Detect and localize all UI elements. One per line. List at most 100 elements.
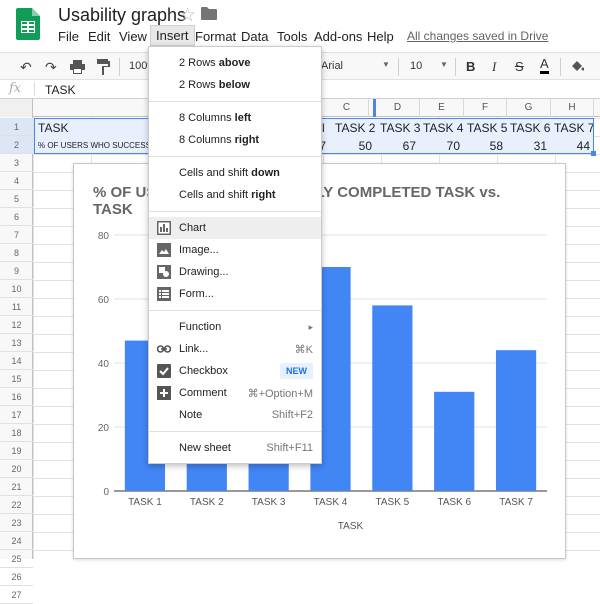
column-header-c[interactable]: C	[325, 99, 369, 117]
menu-data[interactable]: Data	[241, 29, 268, 44]
print-icon[interactable]	[70, 60, 85, 74]
column-header-h[interactable]: H	[551, 99, 594, 117]
insert-menu: 2 Rows above 2 Rows below 8 Columns left…	[148, 46, 322, 464]
insert-link[interactable]: Link... ⌘K	[149, 338, 321, 360]
chart-bar	[495, 350, 537, 491]
row-header-24[interactable]: 24	[0, 532, 33, 550]
text-color-button[interactable]: A	[540, 57, 549, 74]
select-all-corner[interactable]	[0, 99, 33, 117]
row-header-4[interactable]: 4	[0, 172, 33, 190]
row-header-23[interactable]: 23	[0, 514, 33, 532]
menu-file[interactable]: File	[58, 29, 79, 44]
insert-columns-right[interactable]: 8 Columns right	[149, 129, 321, 151]
x-tick-label: TASK 6	[437, 497, 471, 508]
row-header-27[interactable]: 27	[0, 586, 33, 604]
row-headers: 1 2 3 4 5 6 7 8 9 10 11 12 13 14 15 16 17 18 19 20 21 22 23 24 2…	[0, 117, 33, 604]
insert-form[interactable]: Form...	[149, 283, 321, 305]
row-header-13[interactable]: 13	[0, 334, 33, 352]
insert-cells-shift-down[interactable]: Cells and shift down	[149, 162, 321, 184]
font-size-select[interactable]: 10	[410, 60, 422, 72]
row-header-7[interactable]: 7	[0, 226, 33, 244]
document-title[interactable]: Usability graphs	[58, 5, 186, 26]
menu-view[interactable]: View	[119, 29, 147, 44]
row-header-26[interactable]: 26	[0, 568, 33, 586]
x-tick-label: TASK 5	[375, 497, 409, 508]
insert-function[interactable]: Function ▸	[149, 316, 321, 338]
row-header-3[interactable]: 3	[0, 154, 33, 172]
row-header-12[interactable]: 12	[0, 316, 33, 334]
insert-rows-below[interactable]: 2 Rows below	[149, 74, 321, 96]
app-header: Usability graphs ☆ File Edit View Insert…	[0, 0, 600, 52]
save-status-link[interactable]: All changes saved in Drive	[407, 29, 548, 43]
y-tick-label: 60	[98, 295, 110, 306]
insert-note[interactable]: Note Shift+F2	[149, 404, 321, 426]
column-header-g[interactable]: G	[507, 99, 551, 117]
insert-columns-left[interactable]: 8 Columns left	[149, 107, 321, 129]
row-header-20[interactable]: 20	[0, 460, 33, 478]
row-header-18[interactable]: 18	[0, 424, 33, 442]
menu-addons[interactable]: Add-ons	[314, 29, 362, 44]
font-dropdown-icon[interactable]: ▼	[382, 60, 390, 69]
menu-tools[interactable]: Tools	[277, 29, 307, 44]
insert-chart[interactable]: Chart	[149, 217, 321, 239]
chart-bar	[434, 391, 475, 491]
comment-icon	[157, 386, 171, 400]
strikethrough-button[interactable]: S	[515, 59, 524, 74]
row-header-6[interactable]: 6	[0, 208, 33, 226]
menu-help[interactable]: Help	[367, 29, 394, 44]
row-header-19[interactable]: 19	[0, 442, 33, 460]
insert-comment[interactable]: Comment ⌘+Option+M	[149, 382, 321, 404]
row-header-21[interactable]: 21	[0, 478, 33, 496]
y-tick-label: 0	[103, 487, 109, 498]
row-header-22[interactable]: 22	[0, 496, 33, 514]
font-select[interactable]: Arial	[321, 60, 343, 72]
row-header-10[interactable]: 10	[0, 280, 33, 298]
insert-new-sheet[interactable]: New sheet Shift+F11	[149, 437, 321, 459]
menu-insert[interactable]: Insert	[150, 25, 195, 46]
x-tick-label: TASK 3	[252, 497, 286, 508]
row-header-16[interactable]: 16	[0, 388, 33, 406]
redo-icon[interactable]: ↷	[45, 59, 57, 76]
star-icon[interactable]: ☆	[179, 4, 196, 27]
row-header-11[interactable]: 11	[0, 298, 33, 316]
x-tick-label: TASK 1	[128, 497, 162, 508]
insert-rows-above[interactable]: 2 Rows above	[149, 52, 321, 74]
row-header-14[interactable]: 14	[0, 352, 33, 370]
insert-cells-shift-right[interactable]: Cells and shift right	[149, 184, 321, 206]
insert-drawing[interactable]: Drawing...	[149, 261, 321, 283]
menu-format[interactable]: Format	[195, 29, 236, 44]
row-header-15[interactable]: 15	[0, 370, 33, 388]
font-size-dropdown-icon[interactable]: ▼	[440, 60, 448, 69]
row-header-1[interactable]: 1	[0, 118, 33, 136]
row-header-25[interactable]: 25	[0, 550, 33, 568]
row-header-2[interactable]: 2	[0, 136, 33, 154]
submenu-arrow-icon: ▸	[308, 322, 313, 332]
insert-checkbox[interactable]: Checkbox NEW	[149, 360, 321, 382]
x-axis-title: TASK	[338, 521, 364, 532]
folder-icon[interactable]	[201, 7, 217, 20]
chart-bar	[372, 305, 413, 491]
italic-button[interactable]: I	[492, 59, 496, 75]
link-icon	[157, 345, 171, 353]
column-header-f[interactable]: F	[464, 99, 507, 117]
insert-image[interactable]: Image...	[149, 239, 321, 261]
column-header-e[interactable]: E	[420, 99, 464, 117]
y-tick-label: 80	[98, 231, 110, 242]
fill-color-icon[interactable]	[570, 59, 584, 73]
drawing-icon	[157, 265, 171, 279]
sheets-logo-icon[interactable]	[16, 8, 40, 40]
y-tick-label: 40	[98, 359, 110, 370]
row-header-5[interactable]: 5	[0, 190, 33, 208]
undo-icon[interactable]: ↶	[20, 59, 32, 76]
chart-icon	[157, 221, 171, 235]
paint-format-icon[interactable]	[97, 59, 110, 75]
menu-edit[interactable]: Edit	[88, 29, 110, 44]
row-header-8[interactable]: 8	[0, 244, 33, 262]
bold-button[interactable]: B	[466, 59, 475, 74]
row-header-9[interactable]: 9	[0, 262, 33, 280]
column-header-d[interactable]: D	[376, 99, 420, 117]
row-header-17[interactable]: 17	[0, 406, 33, 424]
new-badge: NEW	[280, 363, 313, 379]
fill-handle[interactable]	[591, 151, 596, 156]
formula-input[interactable]: TASK	[45, 83, 75, 97]
